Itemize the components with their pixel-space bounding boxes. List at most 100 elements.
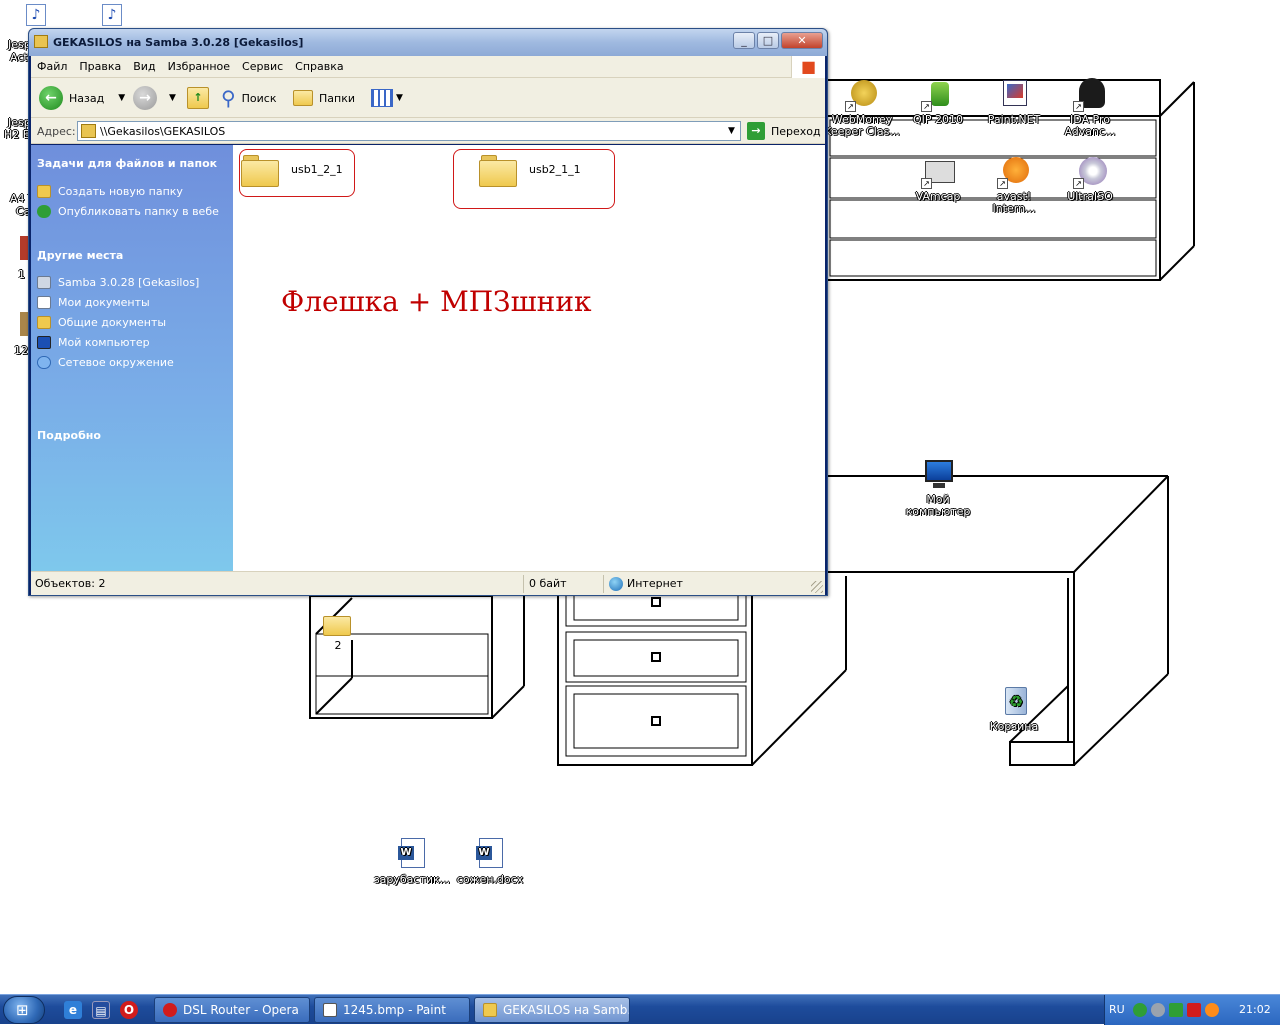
folders-label: Папки — [319, 91, 355, 105]
menu-edit[interactable]: Правка — [73, 56, 127, 78]
recycle-bin-icon: ♻ — [997, 685, 1031, 719]
menu-file[interactable]: Файл — [31, 56, 73, 78]
task-new-folder[interactable]: Создать новую папку — [37, 182, 183, 200]
annotation-text: Флешка + МПЗшник — [281, 285, 592, 318]
windows-logo-icon: ■ — [791, 56, 825, 78]
up-button[interactable]: ↑ — [187, 84, 209, 112]
menu-help[interactable]: Справка — [289, 56, 349, 78]
paint-icon — [323, 1003, 337, 1017]
start-button[interactable]: ⊞ — [3, 996, 45, 1024]
maximize-button[interactable]: □ — [757, 32, 779, 49]
status-objects: Объектов: 2 — [35, 577, 106, 590]
qip-icon: ↗ — [921, 78, 955, 112]
folders-button[interactable]: Папки — [293, 84, 355, 112]
folder-icon — [483, 1003, 497, 1017]
place-my-computer[interactable]: Мой компьютер — [37, 333, 150, 351]
desktop-icon-avast[interactable]: ↗ avast! Intern... — [974, 155, 1054, 215]
tray-ati-icon[interactable] — [1187, 1003, 1201, 1017]
place-my-documents[interactable]: Мои документы — [37, 293, 150, 311]
search-icon: ⚲ — [221, 86, 236, 110]
network-drive-icon — [37, 275, 51, 289]
views-icon — [371, 89, 393, 107]
folder-item[interactable]: usb1_2_1 — [241, 153, 343, 187]
desktop-icon-paintnet[interactable]: Paint.NET — [974, 78, 1054, 126]
paintnet-icon — [997, 78, 1031, 112]
ie-icon[interactable]: e — [64, 1001, 82, 1019]
task-explorer[interactable]: GEKASILOS на Samb... — [474, 997, 630, 1023]
tray-app-icon[interactable] — [1169, 1003, 1183, 1017]
back-arrow-icon: ← — [39, 86, 63, 110]
search-button[interactable]: ⚲ Поиск — [221, 84, 277, 112]
tray-app-icon[interactable] — [1133, 1003, 1147, 1017]
resize-grip-icon[interactable] — [811, 581, 823, 593]
minimize-button[interactable]: _ — [733, 32, 755, 49]
vamcap-icon: ↗ — [921, 155, 955, 189]
views-button[interactable]: ▼ — [371, 84, 403, 112]
system-tray: RU 21:02 — [1104, 995, 1280, 1025]
ida-icon: ↗ — [1073, 78, 1107, 112]
clock[interactable]: 21:02 — [1239, 1003, 1271, 1016]
close-button[interactable]: ✕ — [781, 32, 823, 49]
my-documents-icon — [37, 295, 51, 309]
back-button[interactable]: ← Назад ▼ — [39, 84, 125, 112]
internet-globe-icon — [609, 577, 623, 591]
desktop-icon-cut-2[interactable]: ♪ — [102, 4, 124, 30]
folder-icon — [323, 612, 353, 638]
desktop-icon-ida[interactable]: ↗ IDA Pro Advanc... — [1050, 78, 1130, 138]
address-label: Адрес: — [37, 125, 76, 138]
word-doc-icon: W — [473, 838, 507, 872]
music-file-icon: ♪ — [26, 4, 46, 26]
menu-tools[interactable]: Сервис — [236, 56, 289, 78]
desktop-icon-ultraiso[interactable]: ↗ UltraISO — [1050, 155, 1130, 203]
desktop-icon-doc-1[interactable]: W зарубастик... — [372, 838, 452, 886]
address-input[interactable]: \\Gekasilos\GEKASILOS ▼ — [77, 121, 741, 141]
go-label: Переход — [771, 124, 821, 138]
desktop-icon-vamcap[interactable]: ↗ VAmcap — [898, 155, 978, 203]
network-folder-icon — [81, 124, 96, 138]
tray-app-icon[interactable] — [1151, 1003, 1165, 1017]
language-indicator[interactable]: RU — [1109, 1003, 1125, 1016]
desktop-icon-recycle-bin[interactable]: ♻ Корзина — [974, 685, 1054, 733]
details-title[interactable]: Подробно — [37, 429, 101, 442]
place-samba[interactable]: Samba 3.0.28 [Gekasilos] — [37, 273, 199, 291]
opera-icon[interactable]: O — [120, 1001, 138, 1019]
desktop-icon-folder-2[interactable]: 2 — [298, 612, 378, 652]
toolbar: ← Назад ▼ → ▼ ↑ ⚲ Поиск Папки ▼ — [31, 78, 825, 118]
task-publish-web[interactable]: Опубликовать папку в вебе — [37, 202, 219, 220]
status-bar: Объектов: 2 0 байт Интернет — [31, 571, 825, 595]
windows-logo-icon: ⊞ — [16, 1001, 29, 1019]
forward-arrow-icon: → — [133, 86, 157, 110]
place-network[interactable]: Сетевое окружение — [37, 353, 174, 371]
desktop-icon-webmoney[interactable]: ↗ WebMoney Keeper Clas... — [822, 78, 902, 138]
desktop-icon-doc-2[interactable]: W сожен.docx — [450, 838, 530, 886]
task-opera[interactable]: DSL Router - Opera — [154, 997, 310, 1023]
place-shared-documents[interactable]: Общие документы — [37, 313, 166, 331]
forward-button[interactable]: → ▼ — [133, 84, 176, 112]
menu-view[interactable]: Вид — [127, 56, 161, 78]
desktop-icon-cut-1[interactable]: ♪ — [26, 4, 48, 30]
file-view: usb1_2_1 usb2_1_1 Флешка + МПЗшник — [233, 145, 825, 571]
title-bar[interactable]: GEKASILOS на Samba 3.0.28 [Gekasilos] _ … — [29, 29, 827, 56]
opera-icon — [163, 1003, 177, 1017]
desktop-icon-qip[interactable]: ↗ QIP 2010 — [898, 78, 978, 126]
task-paint[interactable]: 1245.bmp - Paint — [314, 997, 470, 1023]
window-title: GEKASILOS на Samba 3.0.28 [Gekasilos] — [53, 36, 304, 49]
word-doc-icon: W — [395, 838, 429, 872]
chevron-down-icon[interactable]: ▼ — [118, 93, 125, 103]
my-computer-icon — [921, 458, 955, 492]
show-desktop-icon[interactable]: ▤ — [92, 1001, 110, 1019]
menu-favorites[interactable]: Избранное — [162, 56, 236, 78]
go-button[interactable]: → Переход — [747, 121, 821, 141]
cut-label: H2 E — [4, 128, 30, 141]
status-size: 0 байт — [529, 577, 567, 590]
desktop-icon-my-computer[interactable]: Мой компьютер — [898, 458, 978, 518]
chevron-down-icon[interactable]: ▼ — [723, 122, 740, 140]
chevron-down-icon[interactable]: ▼ — [169, 93, 176, 103]
menu-bar: Файл Правка Вид Избранное Сервис Справка ■ — [31, 56, 825, 78]
network-places-icon — [37, 355, 51, 369]
publish-web-icon — [37, 204, 51, 218]
folder-item[interactable]: usb2_1_1 — [479, 153, 581, 187]
shared-documents-icon — [37, 315, 51, 329]
tray-avast-icon[interactable] — [1205, 1003, 1219, 1017]
task-pane: Задачи для файлов и папок Создать новую … — [31, 145, 233, 571]
